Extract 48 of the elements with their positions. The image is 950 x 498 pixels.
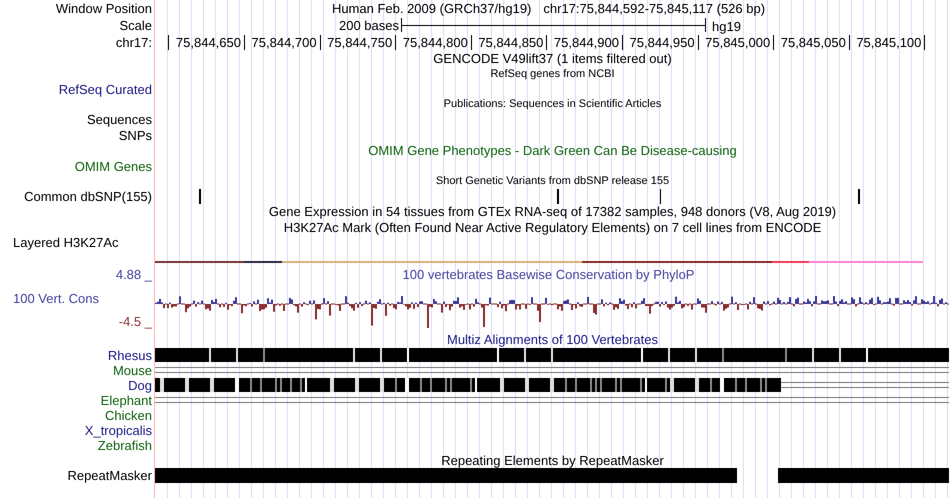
position-text: chr17:75,844,592-75,845,117 (526 bp) (543, 2, 766, 15)
track-label: Zebrafish (98, 438, 152, 452)
ruler-label: 75,844,950 (630, 35, 699, 50)
ruler-label: 75,844,900 (554, 35, 623, 50)
track-label: Chicken (105, 408, 152, 422)
ruler-label: 75,844,800 (402, 35, 472, 50)
track-title: 100 vertebrates Basewise Conservation by PhyloP (402, 268, 694, 281)
track-label: chr17: (116, 36, 152, 49)
track-label: Common dbSNP(155) (24, 190, 152, 203)
ruler-label: 75,844,750 (327, 35, 396, 50)
track-title: RefSeq genes from NCBI (490, 68, 615, 80)
database-text: hg19 (712, 20, 741, 33)
variant-mark[interactable] (858, 189, 860, 204)
track-label: RefSeq Curated (58, 82, 152, 96)
track-label: 100 Vert. Cons (13, 292, 99, 304)
track-title: Repeating Elements by RepeatMasker (441, 454, 664, 467)
track-title: OMIM Gene Phenotypes - Dark Green Can Be Disease-causing (368, 144, 737, 158)
track-label: RepeatMasker (67, 469, 152, 482)
track-label: Dog (128, 378, 152, 392)
ruler-label: 75,844,700 (252, 35, 321, 50)
track-label: X_tropicalis (84, 424, 152, 436)
axis-min-label: -4.5 _ (118, 315, 152, 328)
track-title: Short Genetic Variants from dbSNP release 155 (436, 176, 670, 187)
track-label: Scale (119, 19, 152, 32)
track-label: Window Position (56, 2, 152, 15)
track-label: Sequences (86, 113, 152, 126)
track-title: Publications: Sequences in Scientific Articles (444, 99, 662, 110)
ruler-label: 75,844,850 (478, 35, 548, 50)
ruler-label: 75,844,650 (176, 35, 245, 50)
tick-mark (168, 35, 169, 50)
track-label: Elephant (100, 394, 152, 406)
track-title: GENCODE V49lift37 (1 items filtered out) (433, 52, 672, 66)
track-label: Layered H3K27Ac (13, 236, 119, 249)
ruler-label: 75,845,100 (856, 35, 926, 50)
axis-max-label: 4.88 _ (116, 268, 152, 281)
ruler-label: 75,845,050 (780, 35, 850, 50)
track-title: Multiz Alignments of 100 Vertebrates (446, 333, 658, 346)
scale-text: 200 bases (339, 19, 399, 32)
variant-mark[interactable] (556, 189, 558, 204)
ruler-label: 75,845,000 (705, 35, 774, 50)
track-label: SNPs (118, 128, 152, 142)
track-title: Gene Expression in 54 tissues from GTEx RNA-seq of 17382 samples, 948 donors (V8, Aug 2019) (268, 205, 836, 218)
track-label: OMIM Genes (74, 160, 152, 173)
track-label: Rhesus (108, 348, 152, 362)
track-label: Mouse (112, 364, 152, 376)
variant-mark[interactable] (198, 189, 200, 204)
assembly-text: Human Feb. 2009 (GRCh37/hg19) (332, 2, 532, 15)
track-title: H3K27Ac Mark (Often Found Near Active Regulatory Elements) on 7 cell lines from ENCODE (284, 220, 822, 234)
